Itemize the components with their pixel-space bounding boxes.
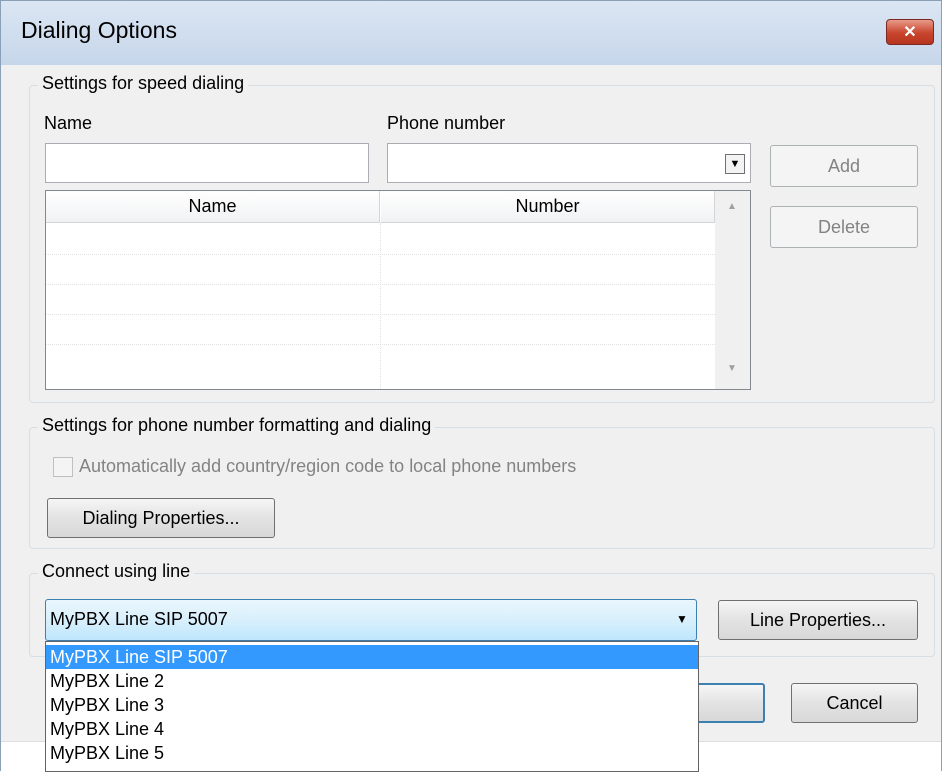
title-bar[interactable]: Dialing Options ✕ [1, 1, 941, 65]
auto-country-code-label: Automatically add country/region code to… [79, 456, 577, 476]
line-option[interactable]: MyPBX Line SIP 5007 [46, 645, 698, 669]
auto-country-code-checkbox[interactable] [53, 457, 73, 477]
phone-dropdown-button[interactable]: ▼ [725, 154, 745, 174]
connect-line-group-title: Connect using line [38, 561, 195, 582]
formatting-group-title: Settings for phone number formatting and… [38, 415, 436, 436]
cancel-button[interactable]: Cancel [791, 683, 918, 723]
chevron-down-icon: ▼ [729, 158, 741, 170]
speed-dial-list[interactable]: Name Number ▲ ▼ [45, 190, 751, 390]
close-icon: ✕ [903, 24, 917, 41]
line-select[interactable]: MyPBX Line SIP 5007 ▼ [45, 599, 697, 641]
line-option[interactable]: MyPBX Line 4 [46, 717, 698, 741]
phone-number-combo[interactable]: ▼ [387, 143, 751, 183]
vertical-scrollbar[interactable]: ▲ ▼ [715, 191, 750, 389]
line-properties-button[interactable]: Line Properties... [718, 600, 918, 640]
phone-number-label: Phone number [387, 113, 506, 133]
line-option[interactable]: MyPBX Line 2 [46, 669, 698, 693]
line-option[interactable]: MyPBX Line 3 [46, 693, 698, 717]
chevron-down-icon: ▼ [676, 612, 688, 626]
add-button[interactable]: Add [770, 145, 918, 187]
scroll-down-icon[interactable]: ▼ [727, 363, 737, 374]
delete-button[interactable]: Delete [770, 206, 918, 248]
speed-dialing-group-title: Settings for speed dialing [38, 73, 249, 94]
line-dropdown-list[interactable]: MyPBX Line SIP 5007 MyPBX Line 2 MyPBX L… [45, 641, 699, 772]
scroll-up-icon[interactable]: ▲ [727, 201, 737, 212]
dialing-options-dialog: Dialing Options ✕ Settings for speed dia… [0, 0, 942, 772]
column-header-name[interactable]: Name [46, 191, 380, 223]
line-select-value: MyPBX Line SIP 5007 [50, 609, 228, 629]
close-button[interactable]: ✕ [886, 19, 934, 45]
column-header-number[interactable]: Number [381, 191, 715, 223]
column-divider [380, 223, 381, 389]
name-label: Name [44, 113, 93, 133]
name-input[interactable] [45, 143, 369, 183]
dialing-properties-button[interactable]: Dialing Properties... [47, 498, 275, 538]
dialog-title: Dialing Options [21, 17, 177, 43]
line-option[interactable]: MyPBX Line 5 [46, 741, 698, 765]
